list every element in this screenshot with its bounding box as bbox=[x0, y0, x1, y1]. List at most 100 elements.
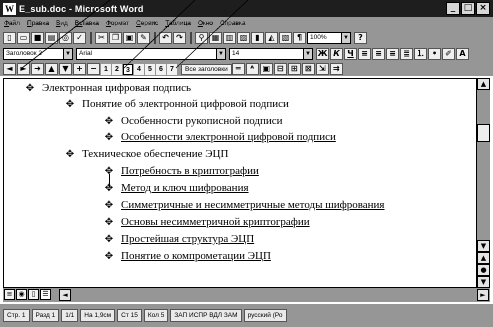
create-subdoc-icon[interactable]: ⊞ bbox=[287, 63, 301, 75]
first-line-only-icon[interactable]: ═ bbox=[231, 63, 245, 75]
cut-icon[interactable]: ✂ bbox=[95, 32, 108, 44]
status-language[interactable]: русский (Ро bbox=[243, 309, 287, 322]
menu-insert[interactable]: Вставка bbox=[75, 20, 99, 27]
highlight-icon[interactable]: ✐ bbox=[442, 48, 455, 60]
outline-item-level-2[interactable]: ✥ Техническое обеспечение ЭЦП bbox=[64, 147, 229, 161]
outline-expand-icon[interactable]: ✥ bbox=[24, 83, 36, 94]
web-view-icon[interactable]: ◉ bbox=[16, 289, 27, 300]
level-3-button[interactable]: 3 bbox=[123, 63, 133, 75]
move-down-icon[interactable]: ▼ bbox=[59, 63, 72, 75]
remove-subdoc-icon[interactable]: ⊠ bbox=[301, 63, 315, 75]
outline-item-level-3[interactable]: ✥ Метод и ключ шифрования bbox=[103, 181, 249, 195]
bullets-icon[interactable]: • bbox=[428, 48, 441, 60]
status-modes[interactable]: ЗАП ИСПР ВДЛ ЗАМ bbox=[170, 309, 242, 322]
insert-subdoc-icon[interactable]: ⇲ bbox=[315, 63, 329, 75]
save-icon[interactable]: ■ bbox=[31, 32, 44, 44]
outline-view-icon[interactable]: ☰ bbox=[40, 289, 51, 300]
menu-tools[interactable]: Сервис bbox=[136, 20, 158, 27]
scroll-left-icon[interactable]: ◄ bbox=[59, 289, 71, 301]
drawing-icon[interactable]: ◭ bbox=[265, 32, 278, 44]
menu-table[interactable]: Таблица bbox=[165, 20, 191, 27]
chevron-down-icon[interactable]: ▼ bbox=[63, 49, 72, 59]
open-folder-icon[interactable]: ▭ bbox=[17, 32, 30, 44]
help-icon[interactable]: ? bbox=[354, 32, 367, 44]
move-up-icon[interactable]: ▲ bbox=[45, 63, 58, 75]
outline-item-level-3[interactable]: ✥ Потребность в криптографии bbox=[103, 164, 259, 178]
font-color-icon[interactable]: A bbox=[456, 48, 469, 60]
horizontal-scrollbar[interactable]: ◄ ► bbox=[59, 289, 489, 301]
document-area[interactable]: ✥ Электронная цифровая подпись ✥ Понятие о… bbox=[3, 78, 477, 288]
outline-expand-icon[interactable]: ✥ bbox=[64, 99, 76, 110]
menu-format[interactable]: Формат bbox=[106, 20, 129, 27]
close-button[interactable]: × bbox=[476, 2, 490, 15]
outline-item-level-2[interactable]: ✥ Понятие об электронной цифровой подписи bbox=[64, 97, 289, 111]
collapse-subdocs-icon[interactable]: ⊟ bbox=[273, 63, 287, 75]
chevron-down-icon[interactable]: ▼ bbox=[341, 33, 350, 43]
columns-icon[interactable]: ▮ bbox=[251, 32, 264, 44]
align-center-icon[interactable]: ≡ bbox=[372, 48, 385, 60]
outline-item-level-3[interactable]: ✥ Симметричные и несимметричные методы ши… bbox=[103, 198, 385, 212]
outline-item-level-3[interactable]: ✥ Простейшая структура ЭЦП bbox=[103, 232, 254, 246]
level-7-button[interactable]: 7 bbox=[167, 63, 177, 75]
outline-item-level-3[interactable]: ✥ Особенности электронной цифровой подпис… bbox=[103, 130, 336, 144]
level-1-button[interactable]: 1 bbox=[101, 63, 111, 75]
outline-expand-icon[interactable]: ✥ bbox=[103, 116, 115, 127]
demote-arrow-icon[interactable]: ► bbox=[17, 63, 30, 75]
menu-help[interactable]: Справка bbox=[220, 20, 246, 27]
hyperlink-icon[interactable]: ⚲ bbox=[195, 32, 208, 44]
menu-window[interactable]: Окно bbox=[198, 20, 213, 27]
scroll-down-icon[interactable]: ▼ bbox=[477, 240, 490, 252]
italic-icon[interactable]: К bbox=[330, 48, 343, 60]
format-painter-icon[interactable]: ✎ bbox=[137, 32, 150, 44]
insert-table-icon[interactable]: ▥ bbox=[223, 32, 236, 44]
word-app-icon[interactable]: W bbox=[3, 2, 16, 15]
bold-icon[interactable]: Ж bbox=[316, 48, 329, 60]
promote-arrow-icon[interactable]: ◄ bbox=[3, 63, 16, 75]
outline-item-level-1[interactable]: ✥ Электронная цифровая подпись bbox=[24, 81, 191, 95]
level-2-button[interactable]: 2 bbox=[112, 63, 122, 75]
zoom-combo[interactable]: 100% ▼ bbox=[307, 32, 351, 44]
scroll-thumb[interactable] bbox=[477, 124, 490, 142]
chevron-down-icon[interactable]: ▼ bbox=[216, 49, 225, 59]
document-map-icon[interactable]: ▧ bbox=[279, 32, 292, 44]
expand-icon[interactable]: + bbox=[73, 63, 86, 75]
menu-edit[interactable]: Правка bbox=[27, 20, 49, 27]
outline-item-level-3[interactable]: ✥ Особенности рукописной подписи bbox=[103, 114, 283, 128]
scroll-right-icon[interactable]: ► bbox=[477, 289, 489, 301]
undo-icon[interactable]: ↶ bbox=[159, 32, 172, 44]
outline-expand-icon[interactable]: ✥ bbox=[103, 251, 115, 262]
collapse-icon[interactable]: − bbox=[87, 63, 100, 75]
level-6-button[interactable]: 6 bbox=[156, 63, 166, 75]
merge-subdoc-icon[interactable]: ⇉ bbox=[329, 63, 343, 75]
paste-icon[interactable]: ▣ bbox=[123, 32, 136, 44]
justify-icon[interactable]: ≣ bbox=[400, 48, 413, 60]
show-formatting-icon[interactable]: ᴬ bbox=[245, 63, 259, 75]
align-right-icon[interactable]: ≡ bbox=[386, 48, 399, 60]
demote-to-body-icon[interactable]: ➜ bbox=[31, 63, 44, 75]
chevron-down-icon[interactable]: ▼ bbox=[303, 49, 312, 59]
font-combo[interactable]: Arial ▼ bbox=[76, 48, 226, 60]
outline-expand-icon[interactable]: ✥ bbox=[64, 149, 76, 160]
font-size-combo[interactable]: 14 ▼ bbox=[229, 48, 313, 60]
tables-borders-icon[interactable]: ▦ bbox=[209, 32, 222, 44]
underline-icon[interactable]: Ч bbox=[344, 48, 357, 60]
copy-icon[interactable]: ❐ bbox=[109, 32, 122, 44]
previous-page-icon[interactable]: ▲ bbox=[477, 252, 490, 264]
spelling-icon[interactable]: ✓ bbox=[73, 32, 86, 44]
redo-icon[interactable]: ↷ bbox=[173, 32, 186, 44]
next-page-icon[interactable]: ▼ bbox=[477, 276, 490, 288]
new-document-icon[interactable]: ▯ bbox=[3, 32, 16, 44]
align-left-icon[interactable]: ≡ bbox=[358, 48, 371, 60]
numbering-icon[interactable]: ⒈ bbox=[414, 48, 427, 60]
level-5-button[interactable]: 5 bbox=[145, 63, 155, 75]
show-all-headings-button[interactable]: Все заголовки bbox=[181, 63, 232, 75]
style-combo[interactable]: Заголовок 2 ▼ bbox=[3, 48, 73, 60]
normal-view-icon[interactable]: ≡ bbox=[4, 289, 15, 300]
menu-view[interactable]: Вид bbox=[56, 20, 68, 27]
title-bar[interactable]: W Е_sub.doc - Microsoft Word _ □ × bbox=[0, 0, 493, 17]
outline-item-level-3[interactable]: ✥ Основы несимметричной криптографии bbox=[103, 215, 310, 229]
menu-file[interactable]: Файл bbox=[4, 20, 20, 27]
master-document-icon[interactable]: ▣ bbox=[259, 63, 273, 75]
browse-object-icon[interactable]: ● bbox=[477, 264, 490, 276]
print-preview-icon[interactable]: ◎ bbox=[59, 32, 72, 44]
